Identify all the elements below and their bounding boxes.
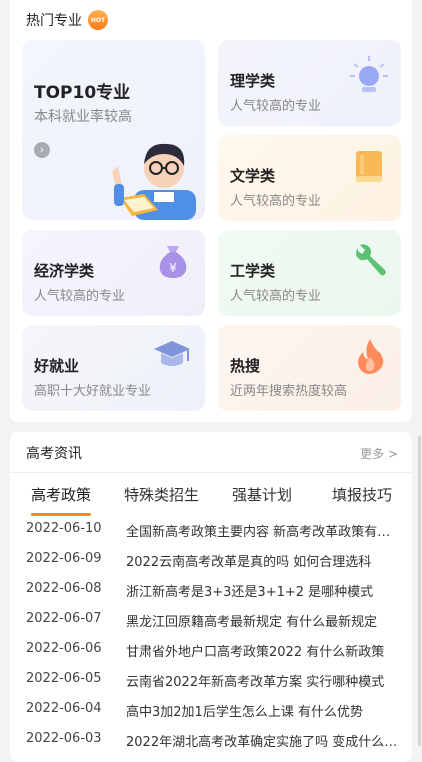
news-date: 2022-06-05 [26,671,102,686]
page-scrollbar[interactable] [418,436,421,746]
news-headline[interactable]: 浙江新高考是3+3还是3+1+2 是哪种模式 [126,581,398,600]
flame-icon [358,339,384,374]
wrench-icon [356,244,386,276]
tab-strong-base-plan[interactable]: 强基计划 [232,484,292,505]
news-row[interactable]: 2022-06-09 2022云南高考改革是真的吗 如何合理选科 [10,544,412,574]
trending-subtitle: 近两年搜索热度较高 [230,384,348,399]
trending-title: 热搜 [230,357,291,375]
literature-subtitle: 人气较高的专业 [230,194,322,209]
top10-title: TOP10专业 [34,78,130,103]
tab-special-admission[interactable]: 特殊类招生 [124,484,199,505]
economics-majors-card[interactable]: 经济学类 人气较高的专业 ¥ [22,230,205,316]
book-icon [356,151,382,182]
news-row[interactable]: 2022-06-05 云南省2022年新高考改革方案 实行哪种模式 [10,664,412,694]
news-row[interactable]: 2022-06-06 甘肃省外地户口高考政策2022 有什么新政策 [10,634,412,664]
news-headline[interactable]: 甘肃省外地户口高考政策2022 有什么新政策 [126,641,398,660]
economics-subtitle: 人气较高的专业 [34,289,126,304]
news-headline[interactable]: 高中3加2加1后学生怎么上课 有什么优势 [126,701,398,720]
student-reading-illustration [112,143,196,220]
news-header: 高考资讯 更多 > [10,432,412,473]
science-subtitle: 人气较高的专业 [230,99,322,114]
news-date: 2022-06-08 [26,581,102,596]
hot-majors-title: 热门专业 [26,13,82,29]
money-bag-icon: ¥ [159,246,187,278]
top10-subtitle: 本科就业率较高 [34,109,132,125]
arrow-right-icon[interactable]: › [34,142,50,158]
employment-subtitle: 高职十大好就业专业 [34,384,152,399]
news-row[interactable]: 2022-06-08 浙江新高考是3+3还是3+1+2 是哪种模式 [10,574,412,604]
more-link[interactable]: 更多 > [360,445,398,462]
news-list: 2022-06-10 全国新高考政策主要内容 新高考改革政策有哪些 2022-0… [10,514,412,754]
tab-application-tips[interactable]: 填报技巧 [332,484,392,505]
news-headline[interactable]: 2022云南高考改革是真的吗 如何合理选科 [126,551,398,570]
news-row[interactable]: 2022-06-04 高中3加2加1后学生怎么上课 有什么优势 [10,694,412,724]
hot-majors-header: 热门专业 HOT [26,10,108,30]
news-headline[interactable]: 黑龙江回原籍高考最新规定 有什么最新规定 [126,611,398,630]
economics-title: 经济学类 [34,262,95,280]
literature-title: 文学类 [230,167,291,185]
news-headline[interactable]: 2022年湖北高考改革确定实施了吗 变成什么模式 [126,731,398,750]
svg-text:¥: ¥ [169,261,177,275]
employment-title: 好就业 [34,357,95,375]
literature-majors-card[interactable]: 文学类 人气较高的专业 [218,135,401,221]
science-majors-card[interactable]: 理学类 人气较高的专业 [218,40,401,126]
tab-policy[interactable]: 高考政策 [31,484,91,505]
news-row[interactable]: 2022-06-07 黑龙江回原籍高考最新规定 有什么最新规定 [10,604,412,634]
hot-badge-icon: HOT [88,10,108,30]
news-date: 2022-06-03 [26,731,102,746]
employment-majors-card[interactable]: 好就业 高职十大好就业专业 [22,325,205,411]
news-panel: 高考资讯 更多 > 高考政策 特殊类招生 强基计划 填报技巧 2022-06-1… [10,432,412,762]
engineering-majors-card[interactable]: 工学类 人气较高的专业 [218,230,401,316]
trending-majors-card[interactable]: 热搜 近两年搜索热度较高 [218,325,401,411]
news-date: 2022-06-04 [26,701,102,716]
news-headline[interactable]: 云南省2022年新高考改革方案 实行哪种模式 [126,671,398,690]
news-date: 2022-06-10 [26,521,102,536]
lightbulb-icon [350,56,388,92]
news-headline[interactable]: 全国新高考政策主要内容 新高考改革政策有哪些 [126,521,398,540]
engineering-title: 工学类 [230,262,291,280]
top10-majors-card[interactable]: TOP10专业 本科就业率较高 › [22,40,205,220]
engineering-subtitle: 人气较高的专业 [230,289,322,304]
news-date: 2022-06-07 [26,611,102,626]
graduation-cap-icon [154,341,190,366]
news-tabs: 高考政策 特殊类招生 强基计划 填报技巧 [10,472,412,514]
science-title: 理学类 [230,72,291,90]
news-date: 2022-06-06 [26,641,102,656]
news-title: 高考资讯 [26,446,82,462]
hot-majors-panel: 热门专业 HOT TOP10专业 本科就业率较高 › 理学类 人气较高的专业 文… [10,0,412,422]
news-date: 2022-06-09 [26,551,102,566]
news-row[interactable]: 2022-06-10 全国新高考政策主要内容 新高考改革政策有哪些 [10,514,412,544]
